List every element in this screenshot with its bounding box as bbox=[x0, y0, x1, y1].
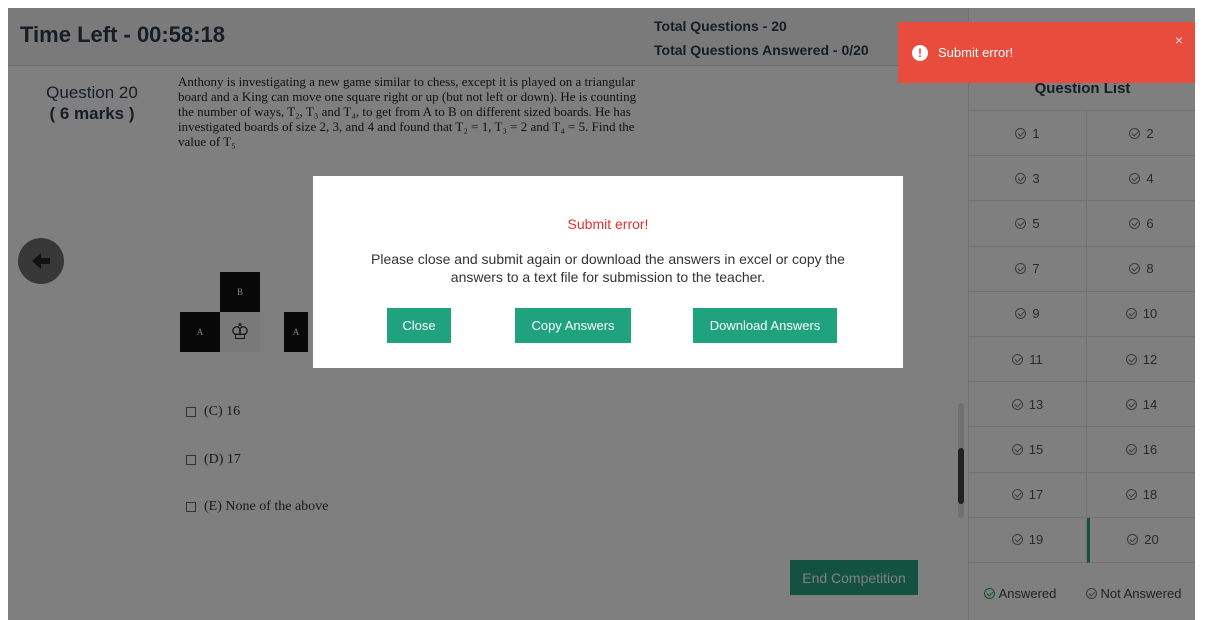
exam-page: Time Left - 00:58:18 Total Questions - 2… bbox=[8, 8, 1195, 620]
alert-icon: ! bbox=[912, 45, 928, 61]
close-icon[interactable]: × bbox=[1175, 32, 1183, 48]
error-toast: ! Submit error! × bbox=[898, 22, 1195, 83]
modal-message: Please close and submit again or downloa… bbox=[371, 251, 845, 285]
modal-title: Submit error! bbox=[567, 216, 649, 232]
close-button[interactable]: Close bbox=[387, 308, 451, 343]
submit-error-modal: Submit error! Please close and submit ag… bbox=[313, 176, 903, 368]
toast-message: Submit error! bbox=[938, 45, 1014, 60]
download-answers-button[interactable]: Download Answers bbox=[693, 308, 837, 343]
copy-answers-button[interactable]: Copy Answers bbox=[515, 308, 631, 343]
